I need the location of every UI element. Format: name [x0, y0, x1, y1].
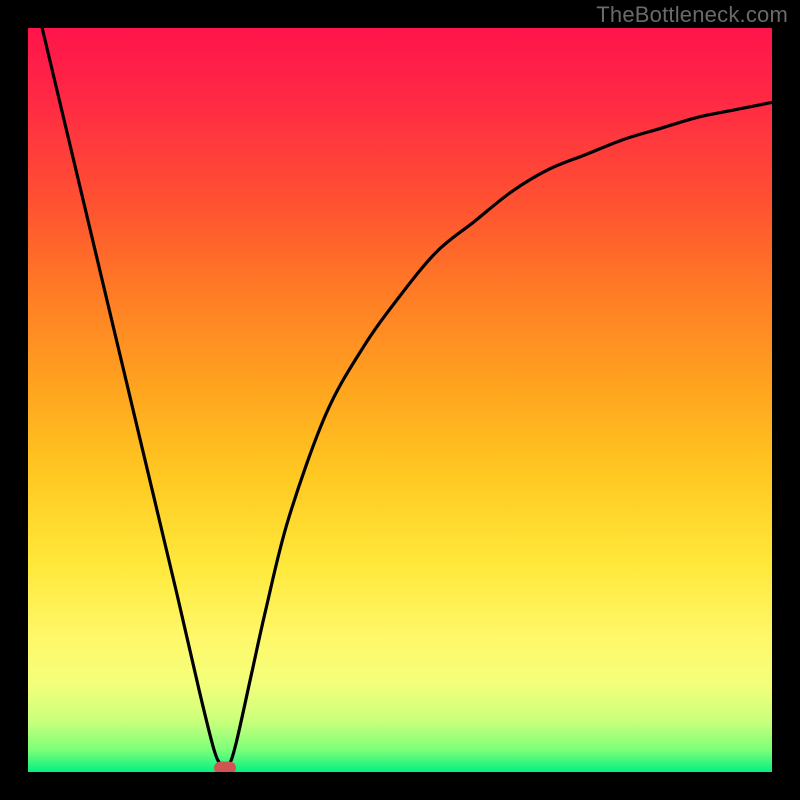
chart-frame: TheBottleneck.com — [0, 0, 800, 800]
curve-svg — [28, 28, 772, 772]
watermark-text: TheBottleneck.com — [596, 2, 788, 28]
bottleneck-curve — [28, 28, 772, 767]
plot-area — [28, 28, 772, 772]
minimum-marker — [214, 762, 236, 772]
